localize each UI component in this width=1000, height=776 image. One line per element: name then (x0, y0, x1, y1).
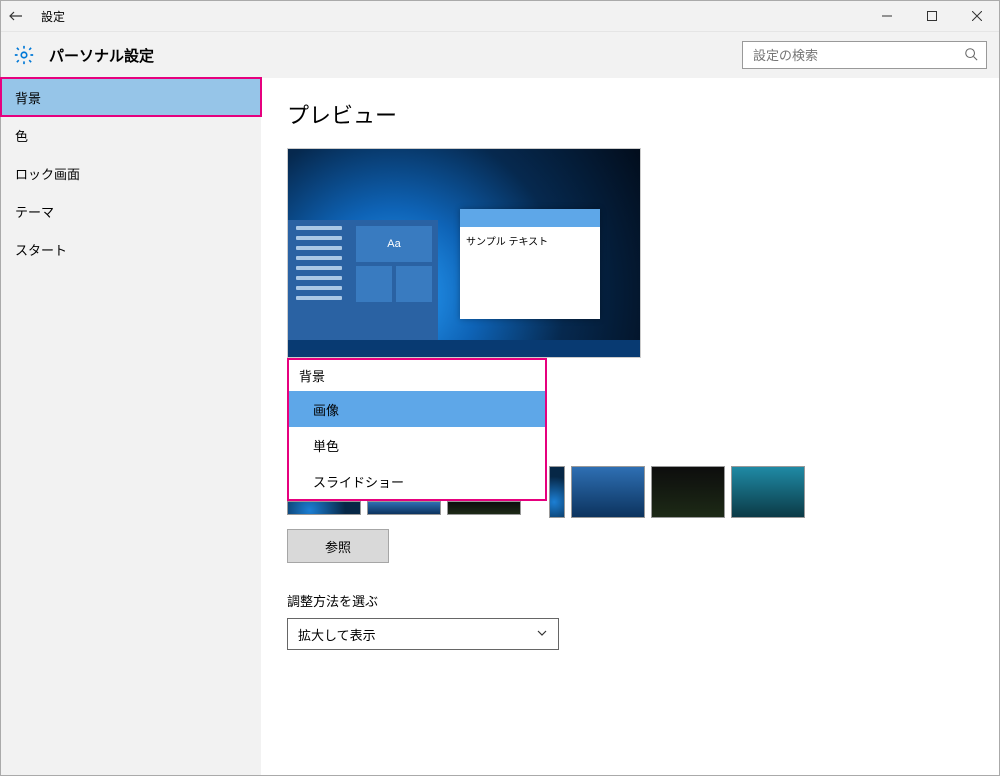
preview-heading: プレビュー (287, 98, 973, 130)
fit-selected-value: 拡大して表示 (298, 625, 376, 644)
background-thumbnail[interactable] (549, 466, 565, 518)
sidebar-item-lockscreen[interactable]: ロック画面 (1, 154, 261, 192)
background-option-image[interactable]: 画像 (289, 391, 545, 427)
preview-sample-window: サンプル テキスト (460, 209, 600, 319)
preview-taskbar (288, 340, 640, 357)
sidebar-item-label: スタート (15, 240, 67, 259)
sidebar-item-label: 背景 (15, 88, 41, 107)
search-icon (964, 47, 978, 64)
preview-tile (356, 266, 392, 302)
background-option-slideshow[interactable]: スライドショー (289, 463, 545, 499)
browse-button[interactable]: 参照 (287, 529, 389, 563)
header: パーソナル設定 (1, 32, 999, 78)
background-thumbnail[interactable] (731, 466, 805, 518)
titlebar: 設定 (1, 1, 999, 32)
sidebar: 背景 色 ロック画面 テーマ スタート (1, 78, 261, 775)
preview-tile-aa: Aa (356, 226, 432, 262)
sidebar-item-background[interactable]: 背景 (1, 78, 261, 116)
background-thumbnail[interactable] (651, 466, 725, 518)
minimize-button[interactable] (864, 1, 909, 31)
background-dropdown[interactable]: 画像 単色 スライドショー (289, 391, 545, 499)
desktop-preview: Aa サンプル テキスト (287, 148, 641, 358)
background-thumbnail[interactable] (287, 501, 361, 515)
sidebar-item-color[interactable]: 色 (1, 116, 261, 154)
background-dropdown-group: 背景 画像 単色 スライドショー (287, 358, 547, 501)
sidebar-item-start[interactable]: スタート (1, 230, 261, 268)
preview-tile (396, 266, 432, 302)
search-input[interactable] (751, 47, 964, 64)
content-area: プレビュー Aa サンプル テキスト (261, 78, 999, 775)
page-title: パーソナル設定 (49, 45, 154, 66)
preview-sample-text: サンプル テキスト (460, 227, 600, 254)
gear-icon (13, 44, 35, 66)
chevron-down-icon (536, 627, 548, 642)
window-title: 設定 (31, 8, 65, 25)
background-thumbnail[interactable] (571, 466, 645, 518)
sidebar-item-theme[interactable]: テーマ (1, 192, 261, 230)
sidebar-item-label: テーマ (15, 202, 54, 221)
settings-window: 設定 パーソナル設定 背景 色 ロック画面 テーマ (0, 0, 1000, 776)
background-option-solid[interactable]: 単色 (289, 427, 545, 463)
close-button[interactable] (954, 1, 999, 31)
fit-label: 調整方法を選ぶ (287, 591, 973, 610)
fit-select[interactable]: 拡大して表示 (287, 618, 559, 650)
background-thumbnail[interactable] (367, 501, 441, 515)
sidebar-item-label: 色 (15, 126, 28, 145)
maximize-button[interactable] (909, 1, 954, 31)
back-button[interactable] (1, 1, 31, 31)
sidebar-item-label: ロック画面 (15, 164, 80, 183)
background-label: 背景 (299, 366, 545, 385)
background-thumbnail[interactable] (447, 501, 521, 515)
search-box[interactable] (742, 41, 987, 69)
